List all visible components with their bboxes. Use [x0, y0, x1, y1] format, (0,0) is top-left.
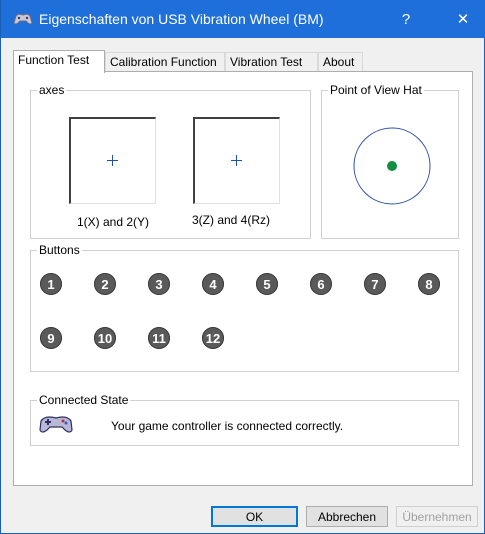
apply-button[interactable]: Übernehmen [396, 506, 478, 527]
game-controller-icon [39, 416, 73, 433]
tab-vibration-test[interactable]: Vibration Test [225, 52, 318, 71]
properties-dialog: Eigenschaften von USB Vibration Wheel (B… [0, 0, 485, 534]
joystick-button-9: 9 [40, 327, 62, 349]
pov-hat-display [353, 127, 431, 205]
title-bar[interactable]: Eigenschaften von USB Vibration Wheel (B… [1, 0, 485, 38]
joystick-button-12: 12 [202, 327, 224, 349]
cancel-button[interactable]: Abbrechen [306, 506, 388, 527]
game-controller-icon [13, 13, 33, 25]
axis-xy-crosshair-icon [107, 155, 118, 166]
joystick-button-6: 6 [310, 273, 332, 295]
ok-button[interactable]: OK [211, 506, 298, 527]
pov-hat-group-label: Point of View Hat [328, 83, 424, 97]
joystick-button-1: 1 [40, 273, 62, 295]
close-button[interactable]: ✕ [440, 0, 485, 38]
connected-state-group-label: Connected State [37, 393, 131, 407]
axis-zrz-crosshair-icon [231, 155, 242, 166]
buttons-group: Buttons 1 2 3 4 5 6 7 8 9 10 11 12 [30, 243, 459, 372]
axis-xy-display [69, 117, 156, 204]
axis-xy-caption: 1(X) and 2(Y) [77, 215, 150, 229]
axes-group: axes 1(X) and 2(Y) 3(Z) and 4(Rz) [30, 83, 311, 239]
pov-hat-group: Point of View Hat [321, 83, 459, 239]
axes-group-label: axes [37, 83, 67, 97]
joystick-button-3: 3 [148, 273, 170, 295]
tab-function-test[interactable]: Function Test [13, 50, 105, 73]
connected-state-group: Connected State Your game controller is … [30, 393, 459, 446]
function-test-panel: axes 1(X) and 2(Y) 3(Z) and 4(Rz) Point … [13, 71, 473, 486]
axis-zrz-display [193, 117, 280, 204]
joystick-button-8: 8 [418, 273, 440, 295]
joystick-button-2: 2 [94, 273, 116, 295]
joystick-button-11: 11 [148, 327, 170, 349]
joystick-button-5: 5 [256, 273, 278, 295]
buttons-group-label: Buttons [37, 243, 82, 257]
joystick-button-7: 7 [364, 273, 386, 295]
connected-state-message: Your game controller is connected correc… [111, 419, 344, 433]
help-button[interactable]: ? [383, 0, 429, 38]
joystick-button-10: 10 [94, 327, 116, 349]
window-title: Eigenschaften von USB Vibration Wheel (B… [39, 11, 324, 27]
tab-calibration-function[interactable]: Calibration Function [105, 52, 225, 71]
tab-about[interactable]: About [318, 52, 363, 71]
joystick-button-4: 4 [202, 273, 224, 295]
pov-hat-indicator [387, 161, 397, 171]
axis-zrz-caption: 3(Z) and 4(Rz) [192, 213, 271, 227]
